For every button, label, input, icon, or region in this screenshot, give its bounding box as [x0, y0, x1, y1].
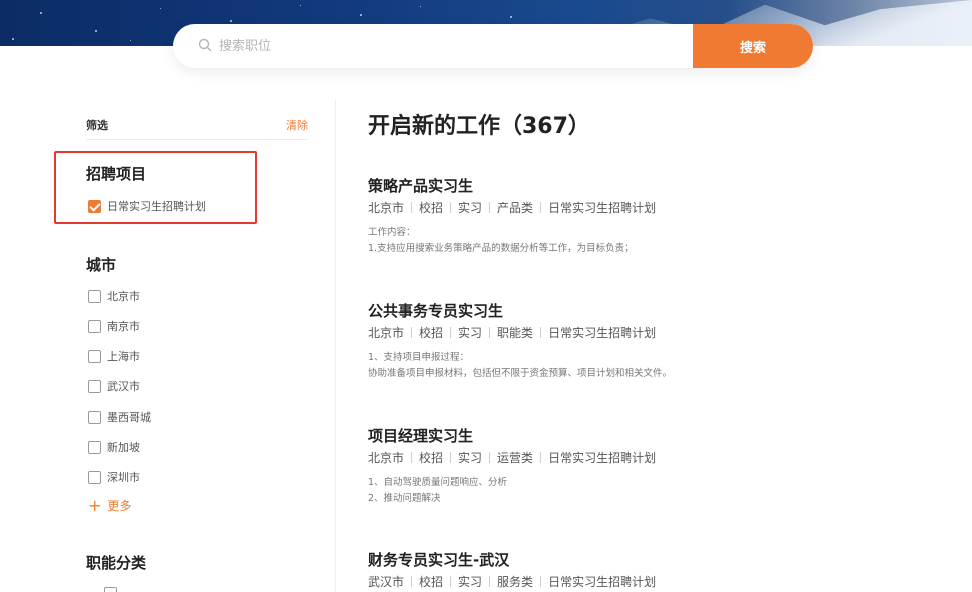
job-tags: 北京市 校招 实习 职能类 日常实习生招聘计划 — [368, 324, 928, 342]
job-desc-line: 工作内容： — [368, 227, 416, 238]
filter-option-beijing[interactable]: 北京市 — [88, 288, 140, 304]
job-tag: 实习 — [458, 201, 483, 215]
filter-option-label: 墨西哥城 — [107, 411, 151, 424]
job-desc-line: 1、自动驾驶质量问题响应、分析 — [368, 477, 508, 488]
section-title-function: 职能分类 — [86, 554, 147, 572]
job-description: 1、自动驾驶质量问题响应、分析 2、推动问题解决 — [368, 475, 928, 507]
job-tag: 实习 — [458, 326, 483, 340]
job-title[interactable]: 公共事务专员实习生 — [368, 300, 928, 322]
job-description: 工作内容： 1.支持应用搜索业务策略产品的数据分析等工作，为目标负责； — [368, 225, 928, 257]
job-desc-line: 2、推动问题解决 — [368, 493, 441, 504]
job-description: 1、支持项目申报过程： 协助准备项目申报材料，包括但不限于资金预算、项目计划和相… — [368, 350, 928, 382]
section-title-project: 招聘项目 — [86, 165, 147, 183]
job-tag: 日常实习生招聘计划 — [548, 451, 657, 465]
checkbox[interactable] — [88, 289, 101, 303]
job-tag: 北京市 — [368, 326, 405, 340]
job-tag: 实习 — [458, 575, 483, 589]
filter-option-singapore[interactable]: 新加坡 — [88, 439, 140, 455]
job-card[interactable]: 项目经理实习生 北京市 校招 实习 运营类 日常实习生招聘计划 1、自动驾驶质量问题响应… — [368, 425, 928, 507]
checkbox[interactable] — [88, 379, 101, 393]
job-tag: 服务类 — [497, 575, 534, 589]
job-title[interactable]: 财务专员实习生-武汉 — [368, 549, 928, 571]
search-bar: 搜索 — [173, 24, 813, 68]
job-tags: 北京市 校招 实习 运营类 日常实习生招聘计划 — [368, 449, 928, 467]
job-tag: 日常实习生招聘计划 — [548, 326, 657, 340]
filter-option-label: 深圳市 — [107, 471, 140, 484]
filter-option-function[interactable] — [104, 585, 123, 592]
checkbox[interactable] — [104, 586, 117, 592]
search-input[interactable] — [219, 24, 689, 68]
job-card[interactable]: 财务专员实习生-武汉 武汉市 校招 实习 服务类 日常实习生招聘计划 — [368, 549, 928, 591]
filter-option-label: 武汉市 — [107, 380, 140, 393]
filter-option-daily-intern[interactable]: 日常实习生招聘计划 — [88, 198, 206, 214]
checkbox[interactable] — [88, 349, 101, 363]
job-tag: 校招 — [419, 326, 444, 340]
more-label: 更多 — [107, 499, 132, 513]
filter-title: 筛选 — [86, 118, 108, 132]
job-desc-line: 1、支持项目申报过程： — [368, 352, 470, 363]
checkbox[interactable] — [88, 319, 101, 333]
job-tag: 运营类 — [497, 451, 534, 465]
filter-option-label: 北京市 — [107, 290, 140, 303]
checkbox[interactable] — [88, 470, 101, 484]
filter-option-shanghai[interactable]: 上海市 — [88, 348, 140, 364]
column-divider — [335, 100, 336, 592]
filter-option-label: 新加坡 — [107, 441, 140, 454]
job-card[interactable]: 策略产品实习生 北京市 校招 实习 产品类 日常实习生招聘计划 工作内容： 1.支持应用… — [368, 175, 928, 257]
filter-option-nanjing[interactable]: 南京市 — [88, 318, 140, 334]
search-icon — [198, 38, 212, 52]
job-card[interactable]: 公共事务专员实习生 北京市 校招 实习 职能类 日常实习生招聘计划 1、支持项目申报过程… — [368, 300, 928, 382]
filter-option-label: 上海市 — [107, 350, 140, 363]
search-button[interactable]: 搜索 — [693, 24, 813, 68]
section-title-city: 城市 — [86, 256, 117, 274]
job-tag: 实习 — [458, 451, 483, 465]
page-title: 开启新的工作（367） — [368, 114, 590, 139]
job-title[interactable]: 策略产品实习生 — [368, 175, 928, 197]
job-tags: 北京市 校招 实习 产品类 日常实习生招聘计划 — [368, 199, 928, 217]
filter-option-shenzhen[interactable]: 深圳市 — [88, 469, 140, 485]
job-tags: 武汉市 校招 实习 服务类 日常实习生招聘计划 — [368, 573, 928, 591]
job-tag: 校招 — [419, 201, 444, 215]
filter-option-wuhan[interactable]: 武汉市 — [88, 378, 140, 394]
job-desc-line: 协助准备项目申报材料，包括但不限于资金预算、项目计划和相关文件。 — [368, 368, 673, 379]
job-tag: 产品类 — [497, 201, 534, 215]
job-desc-line: 1.支持应用搜索业务策略产品的数据分析等工作，为目标负责； — [368, 243, 634, 254]
job-tag: 日常实习生招聘计划 — [548, 201, 657, 215]
filter-option-mexico-city[interactable]: 墨西哥城 — [88, 409, 151, 425]
filter-option-label: 南京市 — [107, 320, 140, 333]
checkbox[interactable] — [88, 440, 101, 454]
job-tag: 日常实习生招聘计划 — [548, 575, 657, 589]
job-tag: 北京市 — [368, 201, 405, 215]
job-tag: 校招 — [419, 451, 444, 465]
filter-header: 筛选 清除 — [86, 110, 308, 140]
job-title[interactable]: 项目经理实习生 — [368, 425, 928, 447]
clear-filter-link[interactable]: 清除 — [286, 117, 308, 133]
plus-icon: + — [88, 495, 102, 515]
job-tag: 武汉市 — [368, 575, 405, 589]
checkbox[interactable] — [88, 410, 101, 424]
job-tag: 职能类 — [497, 326, 534, 340]
filter-sidebar: 筛选 清除 — [86, 110, 308, 140]
job-tag: 北京市 — [368, 451, 405, 465]
more-cities-button[interactable]: + 更多 — [88, 497, 131, 514]
job-tag: 校招 — [419, 575, 444, 589]
filter-option-label: 日常实习生招聘计划 — [107, 200, 206, 213]
checkbox-checked[interactable] — [88, 199, 101, 213]
